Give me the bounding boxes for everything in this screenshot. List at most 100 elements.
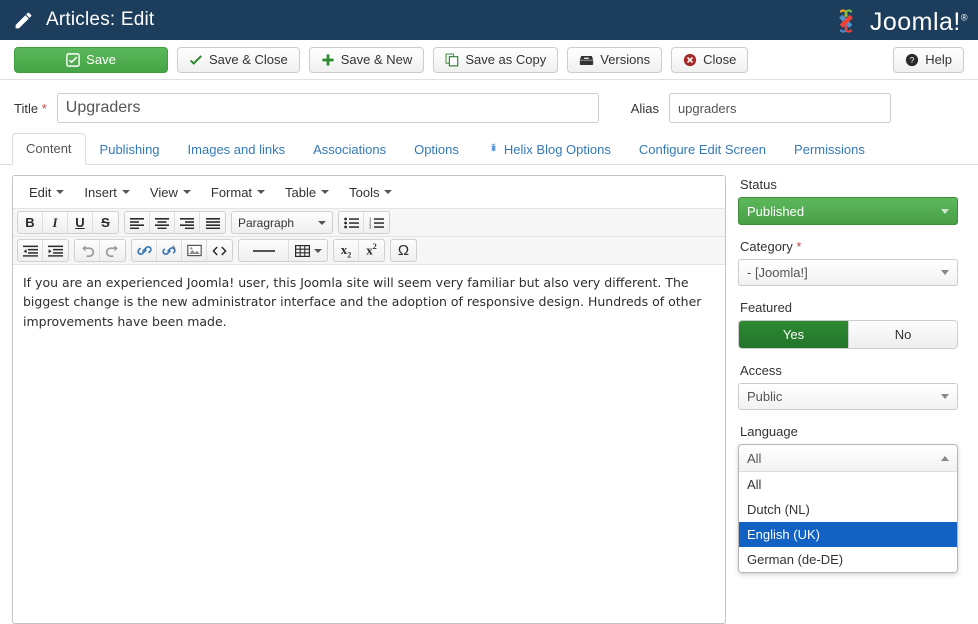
tab-permissions[interactable]: Permissions xyxy=(780,134,879,165)
language-option-dutch[interactable]: Dutch (NL) xyxy=(739,497,957,522)
editor-menu-table-label: Table xyxy=(285,185,316,200)
check-icon xyxy=(189,53,203,67)
source-code-icon[interactable] xyxy=(207,240,232,261)
featured-yes-button[interactable]: Yes xyxy=(739,321,848,348)
tab-options[interactable]: Options xyxy=(400,134,473,165)
unlink-icon[interactable] xyxy=(157,240,182,261)
editor-toolbar-row-1: B I U S Parag xyxy=(13,209,725,237)
indent-icon[interactable] xyxy=(43,240,68,261)
chevron-down-icon xyxy=(941,394,949,399)
align-left-icon[interactable] xyxy=(125,212,150,233)
title-input[interactable] xyxy=(57,93,599,123)
tab-helix-blog-options[interactable]: Helix Blog Options xyxy=(473,133,625,165)
tab-content-label: Content xyxy=(26,141,72,156)
editor-menu-insert[interactable]: Insert xyxy=(74,181,140,204)
tab-bar: Content Publishing Images and links Asso… xyxy=(0,133,978,165)
tab-associations[interactable]: Associations xyxy=(299,134,400,165)
editor-menu-edit[interactable]: Edit xyxy=(19,181,74,204)
editor-menu-view-label: View xyxy=(150,185,178,200)
chevron-down-icon xyxy=(257,190,265,194)
strikethrough-icon[interactable]: S xyxy=(93,212,118,233)
align-center-icon[interactable] xyxy=(150,212,175,233)
redo-icon[interactable] xyxy=(100,240,125,261)
featured-toggle: Yes No xyxy=(738,320,958,349)
language-select-head[interactable]: All xyxy=(739,445,957,472)
access-select-value: Public xyxy=(747,389,782,404)
save-new-button[interactable]: Save & New xyxy=(309,47,425,73)
language-option-english[interactable]: English (UK) xyxy=(739,522,957,547)
editor-menu-edit-label: Edit xyxy=(29,185,51,200)
bullet-list-icon[interactable] xyxy=(339,212,364,233)
chevron-down-icon xyxy=(941,209,949,214)
subscript-icon[interactable]: x2 xyxy=(334,240,359,261)
align-justify-icon[interactable] xyxy=(200,212,225,233)
horizontal-rule-icon[interactable] xyxy=(239,240,289,261)
alias-label: Alias xyxy=(631,101,659,116)
format-select-inner[interactable]: Paragraph xyxy=(232,212,332,233)
special-character-icon[interactable]: Ω xyxy=(391,240,416,261)
joomla-logo: Joomla!® xyxy=(829,4,968,41)
svg-text:3: 3 xyxy=(369,224,372,228)
featured-no-button[interactable]: No xyxy=(848,321,957,348)
tab-content[interactable]: Content xyxy=(12,133,86,165)
image-icon[interactable] xyxy=(182,240,207,261)
joomla-mark-icon xyxy=(829,4,863,41)
save-button[interactable]: Save xyxy=(14,47,168,73)
language-select-value: All xyxy=(747,451,761,466)
alias-input[interactable] xyxy=(669,93,891,123)
undo-icon[interactable] xyxy=(75,240,100,261)
align-right-icon[interactable] xyxy=(175,212,200,233)
chevron-down-icon xyxy=(321,190,329,194)
text-style-group: B I U S xyxy=(17,211,119,234)
chevron-down-icon xyxy=(183,190,191,194)
bold-icon[interactable]: B xyxy=(18,212,43,233)
save-check-icon xyxy=(66,53,80,67)
format-select[interactable]: Paragraph xyxy=(231,211,333,234)
page-title: Articles: Edit xyxy=(46,9,154,31)
tab-publishing[interactable]: Publishing xyxy=(86,134,174,165)
language-dropdown[interactable]: All All Dutch (NL) English (UK) German (… xyxy=(738,444,958,573)
save-as-copy-button[interactable]: Save as Copy xyxy=(433,47,558,73)
numbered-list-icon[interactable]: 123 xyxy=(364,212,389,233)
chevron-down-icon xyxy=(941,270,949,275)
editor-menu-tools-label: Tools xyxy=(349,185,379,200)
block-group xyxy=(238,239,328,262)
save-new-label: Save & New xyxy=(341,52,413,67)
alignment-group xyxy=(124,211,226,234)
editor-menu-format[interactable]: Format xyxy=(201,181,275,204)
outdent-icon[interactable] xyxy=(18,240,43,261)
language-option-all[interactable]: All xyxy=(739,472,957,497)
status-field: Status Published xyxy=(738,177,958,225)
table-icon[interactable] xyxy=(289,240,327,261)
article-sidebar: Status Published Category * - [Joomla!] … xyxy=(738,175,958,624)
close-circle-icon xyxy=(683,53,697,67)
chevron-up-icon xyxy=(941,456,949,461)
tab-associations-label: Associations xyxy=(313,142,386,157)
link-icon[interactable] xyxy=(132,240,157,261)
chevron-down-icon xyxy=(56,190,64,194)
tab-options-label: Options xyxy=(414,142,459,157)
access-select[interactable]: Public xyxy=(738,383,958,410)
language-option-german[interactable]: German (de-DE) xyxy=(739,547,957,572)
access-field: Access Public xyxy=(738,363,958,410)
editor-menu-tools[interactable]: Tools xyxy=(339,181,402,204)
category-select-value: - [Joomla!] xyxy=(747,265,808,280)
superscript-icon[interactable]: x2 xyxy=(359,240,384,261)
close-button[interactable]: Close xyxy=(671,47,748,73)
status-select[interactable]: Published xyxy=(738,197,958,225)
versions-button[interactable]: Versions xyxy=(567,47,662,73)
tab-images-and-links[interactable]: Images and links xyxy=(174,134,300,165)
editor-menu-view[interactable]: View xyxy=(140,181,201,204)
list-group: 123 xyxy=(338,211,390,234)
help-button[interactable]: ? Help xyxy=(893,47,964,73)
close-label: Close xyxy=(703,52,736,67)
chevron-down-icon xyxy=(122,190,130,194)
editor-menu-table[interactable]: Table xyxy=(275,181,339,204)
save-close-button[interactable]: Save & Close xyxy=(177,47,300,73)
category-select[interactable]: - [Joomla!] xyxy=(738,259,958,286)
indent-group xyxy=(17,239,69,262)
tab-configure-edit-screen[interactable]: Configure Edit Screen xyxy=(625,134,780,165)
underline-icon[interactable]: U xyxy=(68,212,93,233)
tab-images-and-links-label: Images and links xyxy=(188,142,286,157)
italic-icon[interactable]: I xyxy=(43,212,68,233)
